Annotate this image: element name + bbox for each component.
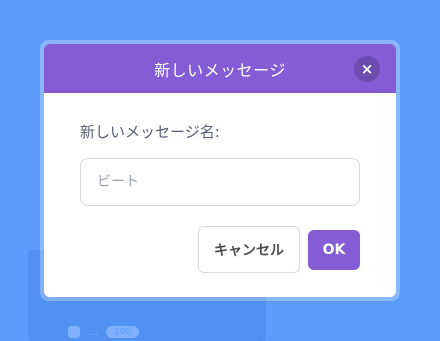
ok-button[interactable]: OK <box>308 229 360 270</box>
close-button[interactable]: × <box>354 56 380 82</box>
background-block-text: … <box>88 326 98 338</box>
new-message-dialog: 新しいメッセージ × 新しいメッセージ名: キャンセル OK <box>44 44 396 297</box>
dialog-button-row: キャンセル OK <box>198 226 360 273</box>
dialog-title: 新しいメッセージ <box>154 60 286 80</box>
cancel-button[interactable]: キャンセル <box>198 226 300 273</box>
dialog-body: 新しいメッセージ名: <box>44 121 396 206</box>
background-block-icon <box>68 326 80 338</box>
dialog-header: 新しいメッセージ × <box>44 44 396 93</box>
background-block-row: … 100 <box>68 323 140 341</box>
message-name-input[interactable] <box>80 158 360 206</box>
background-block-value: 100 <box>106 326 140 338</box>
message-name-label: 新しいメッセージ名: <box>80 123 220 141</box>
close-icon: × <box>360 59 374 78</box>
